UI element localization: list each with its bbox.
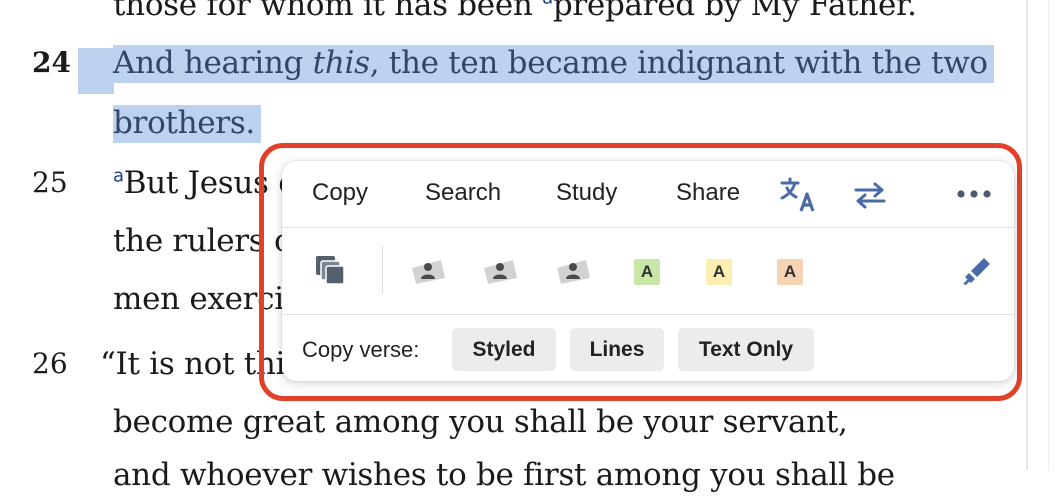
person-highlight-icon[interactable] [555,256,591,286]
copy-stack-icon[interactable] [314,254,346,286]
study-button[interactable]: Study [556,179,617,207]
verse-24-line-1[interactable]: And hearing this, the ten became indigna… [113,40,994,86]
scroll-rail [1026,0,1028,470]
verse-23-tail: those for whom it has been aprepared by … [113,0,917,28]
verse-number-24: 24 [32,46,71,79]
footnote-marker[interactable]: a [113,166,124,187]
search-button[interactable]: Search [425,179,501,207]
person-highlight-icon[interactable] [482,256,518,286]
selection-highlight-start [78,48,114,94]
scroll-rail-edge [1048,0,1049,470]
verse-24-line-2[interactable]: brothers. [113,100,261,146]
popup-divider [382,246,383,294]
highlight-green-button[interactable]: A [634,259,660,285]
popup-menu-row [282,161,1014,228]
highlighter-icon[interactable] [960,253,994,287]
verse-number-25: 25 [32,166,68,199]
share-button[interactable]: Share [676,179,740,207]
copy-styled-button[interactable]: Styled [452,328,556,371]
highlight-yellow-button[interactable]: A [706,259,732,285]
verse-26-line-2[interactable]: become great among you shall be your ser… [113,399,848,445]
more-icon[interactable] [956,189,992,199]
copy-text-only-button[interactable]: Text Only [678,328,814,371]
verse-number-26: 26 [32,347,68,380]
verse-26-line-1[interactable]: “It is not thi [100,341,285,387]
copy-verse-label: Copy verse: [302,337,420,362]
person-highlight-icon[interactable] [410,256,446,286]
selection-popup: Copy Search Study Share A A A Copy verse… [282,161,1014,381]
highlight-orange-button[interactable]: A [777,259,803,285]
copy-lines-button[interactable]: Lines [570,328,664,371]
translate-icon[interactable] [779,176,817,214]
footnote-marker[interactable]: a [542,0,553,9]
copy-button[interactable]: Copy [312,179,368,207]
swap-arrows-icon[interactable] [853,181,887,209]
verse-26-line-3[interactable]: and whoever wishes to be first among you… [113,452,895,498]
